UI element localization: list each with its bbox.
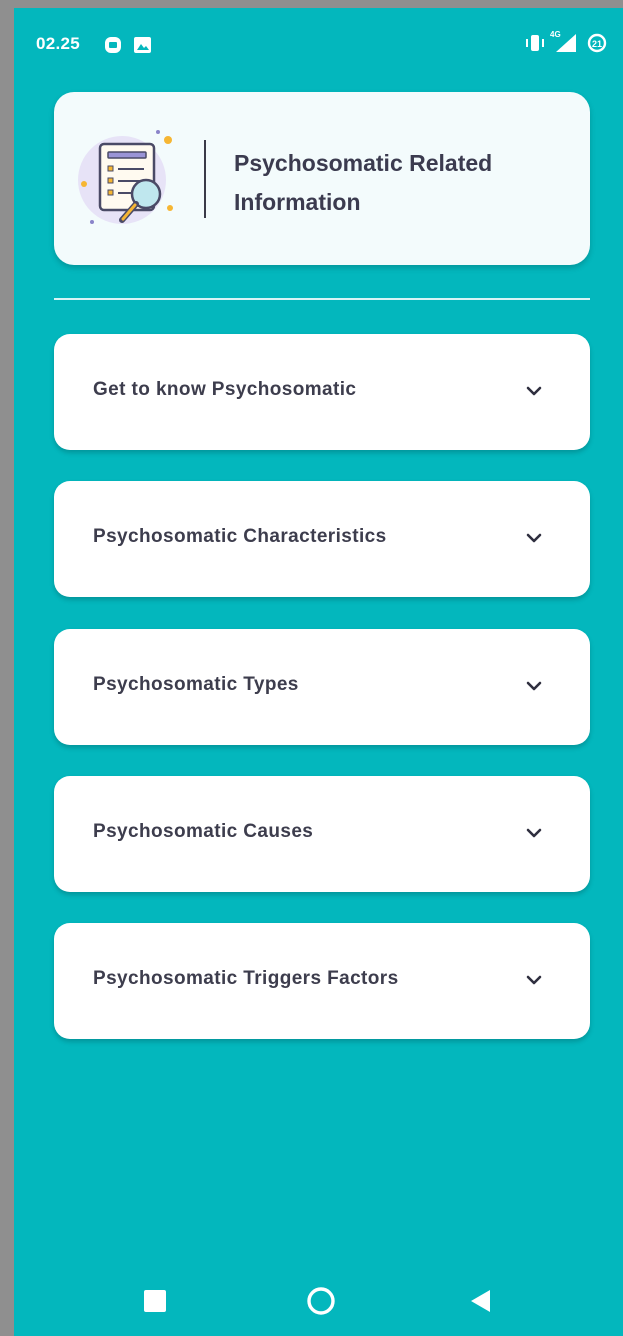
recents-square-icon[interactable] (144, 1290, 166, 1312)
accordion-label: Get to know Psychosomatic (93, 379, 357, 400)
svg-text:21: 21 (592, 39, 602, 49)
accordion-item-types[interactable]: Psychosomatic Types (54, 629, 590, 745)
chevron-down-icon[interactable] (524, 826, 544, 840)
section-separator (54, 298, 590, 300)
status-bar: 02.25 4G 21 (14, 8, 623, 68)
accordion-label: Psychosomatic Triggers Factors (93, 968, 399, 989)
notification-app-icon (105, 37, 121, 53)
vibrate-icon (526, 35, 544, 51)
chevron-down-icon[interactable] (524, 679, 544, 693)
document-magnifier-illustration (78, 130, 173, 224)
back-triangle-icon[interactable] (470, 1289, 492, 1313)
battery-saver-icon: 21 (587, 33, 607, 53)
chevron-down-icon[interactable] (524, 384, 544, 398)
4g-signal-icon (556, 34, 576, 52)
accordion-item-triggers-factors[interactable]: Psychosomatic Triggers Factors (54, 923, 590, 1039)
accordion-item-characteristics[interactable]: Psychosomatic Characteristics (54, 481, 590, 597)
page-title: Psychosomatic Related Information (234, 150, 493, 215)
accordion-label: Psychosomatic Types (93, 674, 299, 695)
image-icon (134, 37, 151, 53)
accordion-item-get-to-know[interactable]: Get to know Psychosomatic (54, 334, 590, 450)
header-divider (204, 140, 206, 218)
chevron-down-icon[interactable] (524, 973, 544, 987)
accordion-label: Psychosomatic Characteristics (93, 526, 387, 547)
app-screen: 02.25 4G 21 Psychosomatic Related Inform… (14, 8, 623, 1336)
system-nav-bar (14, 1258, 623, 1336)
header-card: Psychosomatic Related Information (54, 92, 590, 265)
home-circle-icon[interactable] (306, 1286, 336, 1316)
chevron-down-icon[interactable] (524, 531, 544, 545)
status-time: 02.25 (36, 34, 81, 53)
accordion-label: Psychosomatic Causes (93, 821, 314, 842)
accordion-item-causes[interactable]: Psychosomatic Causes (54, 776, 590, 892)
